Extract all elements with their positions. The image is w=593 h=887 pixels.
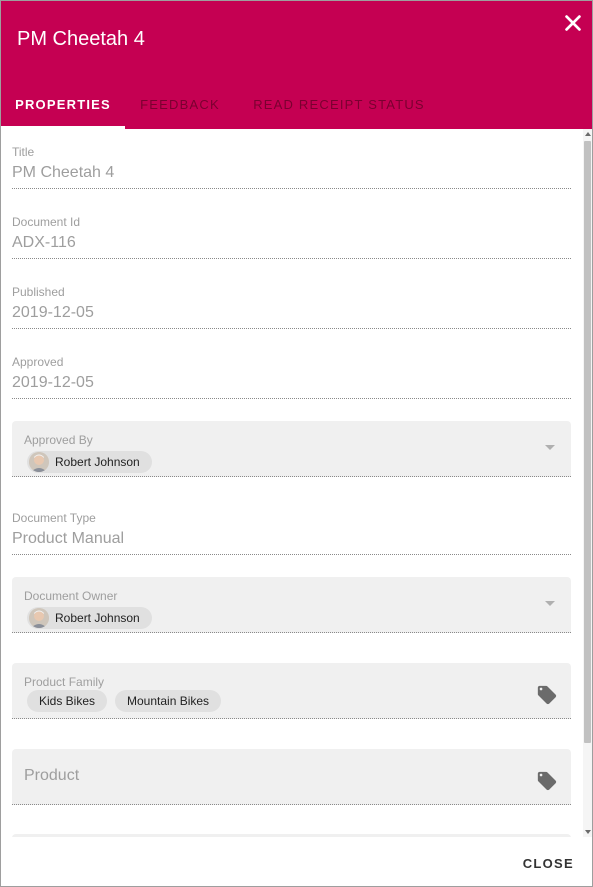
document-type-label: Document Type xyxy=(12,511,96,525)
field-underline xyxy=(12,188,571,189)
approved-by-chip[interactable]: Robert Johnson xyxy=(27,451,152,473)
document-properties-dialog: PM Cheetah 4 PROPERTIES FEEDBACK READ RE… xyxy=(0,0,593,887)
tab-feedback[interactable]: FEEDBACK xyxy=(125,81,235,129)
published-value: 2019-12-05 xyxy=(12,304,94,321)
product-family-label: Product Family xyxy=(24,675,105,689)
title-label: Title xyxy=(12,145,35,159)
properties-panel: Title PM Cheetah 4 Document Id ADX-116 P… xyxy=(1,129,592,837)
dropdown-arrow-icon[interactable] xyxy=(545,445,555,450)
vertical-scrollbar[interactable] xyxy=(583,129,592,837)
tab-properties[interactable]: PROPERTIES xyxy=(1,81,125,129)
document-owner-label: Document Owner xyxy=(24,589,118,603)
field-underline xyxy=(12,476,571,477)
approved-by-label: Approved By xyxy=(24,433,93,447)
close-button[interactable]: CLOSE xyxy=(523,856,574,871)
published-label: Published xyxy=(12,285,65,299)
field-underline xyxy=(12,632,571,633)
field-underline xyxy=(12,398,571,399)
document-type-value: Product Manual xyxy=(12,530,125,547)
dialog-title: PM Cheetah 4 xyxy=(17,28,145,50)
document-id-value: ADX-116 xyxy=(12,234,76,251)
approved-label: Approved xyxy=(12,355,64,369)
scroll-down-icon[interactable] xyxy=(585,830,591,834)
dialog-header: PM Cheetah 4 PROPERTIES FEEDBACK READ RE… xyxy=(1,1,592,129)
product-placeholder: Product xyxy=(24,767,80,784)
document-type-field: Document Type Product Manual xyxy=(12,511,571,555)
scroll-up-icon[interactable] xyxy=(585,132,591,136)
approved-by-select[interactable]: Approved By Robert Johnson xyxy=(12,421,571,477)
approved-field: Approved 2019-12-05 xyxy=(12,355,571,399)
tab-read-receipt-status[interactable]: READ RECEIPT STATUS xyxy=(235,81,443,129)
approved-value: 2019-12-05 xyxy=(12,374,94,391)
title-value: PM Cheetah 4 xyxy=(12,164,115,181)
tag-icon[interactable] xyxy=(536,770,558,792)
product-field[interactable]: Product xyxy=(12,749,571,805)
approved-by-name: Robert Johnson xyxy=(55,455,140,469)
document-id-label: Document Id xyxy=(12,215,81,229)
tag-icon[interactable] xyxy=(536,684,558,706)
dropdown-arrow-icon[interactable] xyxy=(545,601,555,606)
field-underline xyxy=(12,328,571,329)
field-underline xyxy=(12,718,571,719)
tab-bar: PROPERTIES FEEDBACK READ RECEIPT STATUS xyxy=(1,81,592,129)
product-family-chip[interactable]: Mountain Bikes xyxy=(115,690,222,712)
avatar xyxy=(29,608,49,628)
title-field: Title PM Cheetah 4 xyxy=(12,145,571,189)
dialog-footer: CLOSE xyxy=(1,837,592,886)
close-icon[interactable] xyxy=(562,12,584,34)
document-owner-name: Robert Johnson xyxy=(55,611,140,625)
avatar xyxy=(29,452,49,472)
field-underline xyxy=(12,258,571,259)
scrollbar-thumb[interactable] xyxy=(584,141,591,743)
product-family-chip[interactable]: Kids Bikes xyxy=(27,690,108,712)
field-underline xyxy=(12,804,571,805)
published-field: Published 2019-12-05 xyxy=(12,285,571,329)
document-id-field: Document Id ADX-116 xyxy=(12,215,571,259)
field-underline xyxy=(12,554,571,555)
document-owner-select[interactable]: Document Owner Robert Johnson xyxy=(12,577,571,633)
product-family-field[interactable]: Product Family Kids Bikes Mountain Bikes xyxy=(12,663,571,719)
document-owner-chip[interactable]: Robert Johnson xyxy=(27,607,152,629)
